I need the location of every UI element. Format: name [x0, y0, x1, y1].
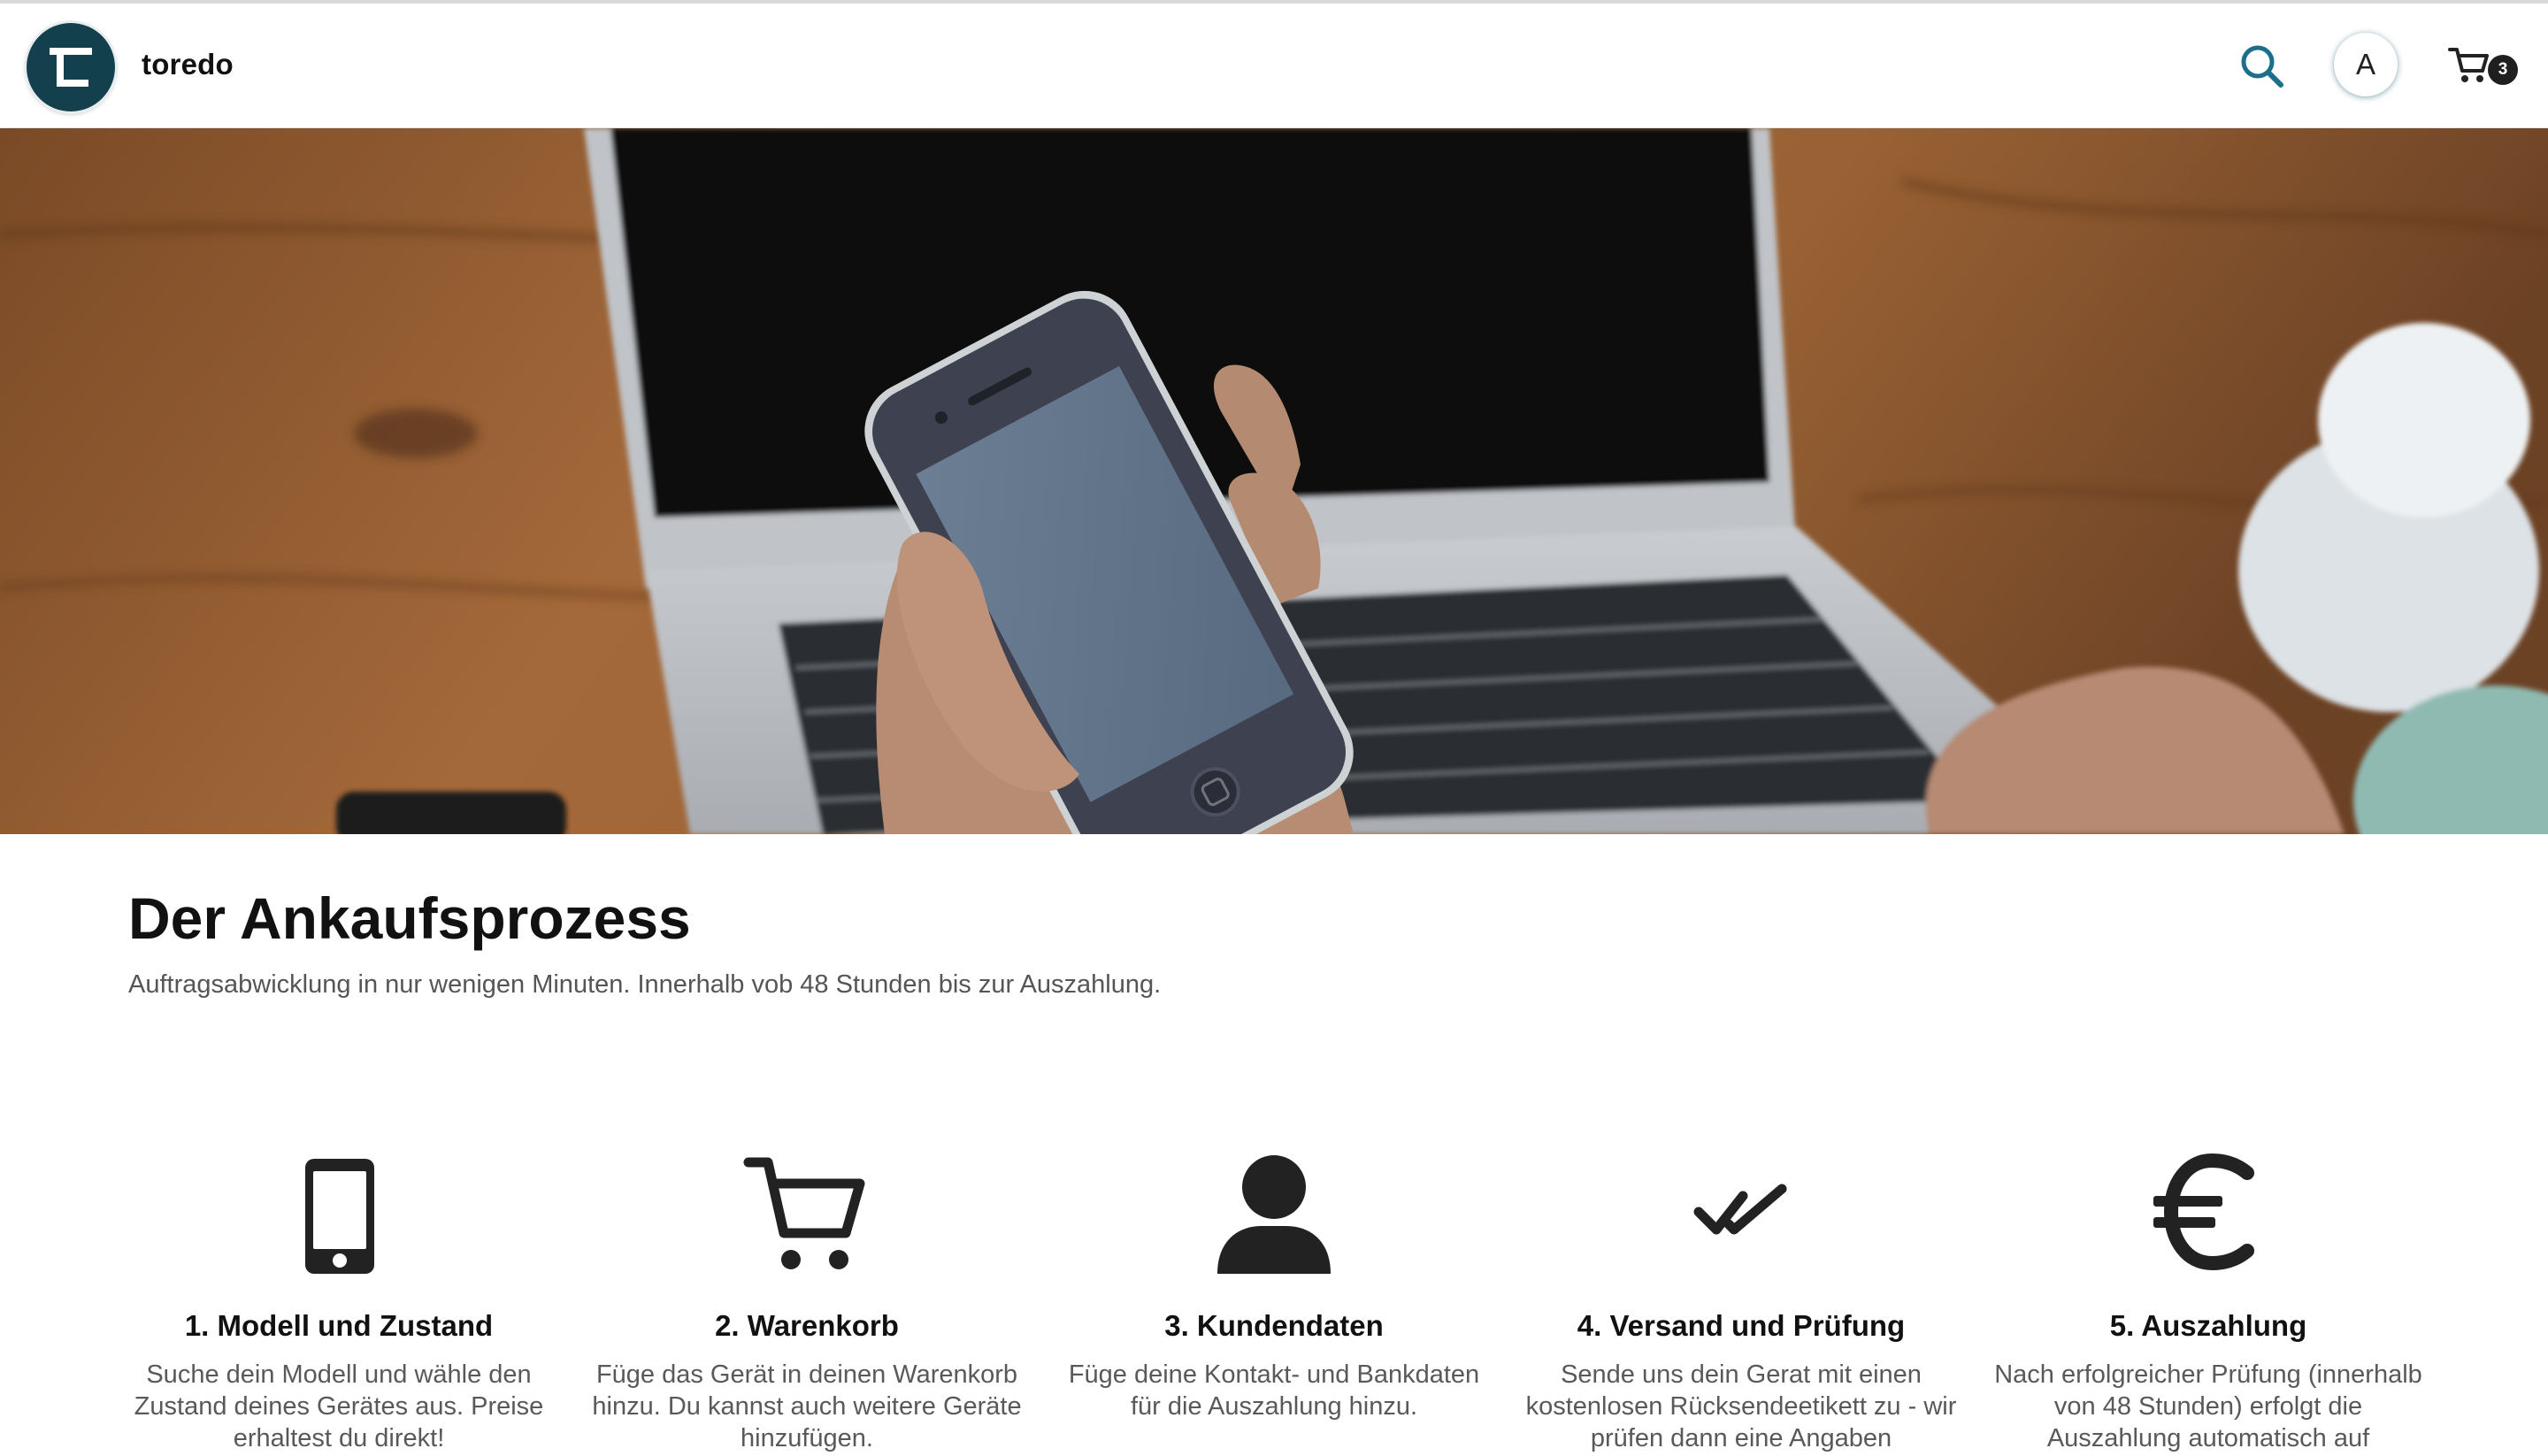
step-description: Füge deine Kontakt- und Bankdaten für di… [1068, 1360, 1480, 1421]
step-title: 4. Versand und Prüfung [1577, 1309, 1906, 1342]
cart-icon [743, 1157, 865, 1269]
step-title: 1. Modell und Zustand [184, 1309, 494, 1342]
step-title: 3. Kundendaten [1164, 1309, 1384, 1342]
step-title: 2. Warenkorb [715, 1309, 899, 1342]
account-avatar[interactable]: A [2334, 33, 2398, 96]
brand-name[interactable]: toredo [142, 48, 234, 81]
step-description: Suche dein Modell und wähle den Zustand … [134, 1360, 544, 1452]
cart-count-badge: 3 [2488, 55, 2518, 85]
section-title: Der Ankaufsprozess [128, 885, 691, 951]
step-cart: 2. Warenkorb Füge das Gerät in deinen Wa… [581, 1150, 1032, 1454]
user-icon [1217, 1155, 1331, 1274]
section-subtitle: Auftragsabwicklung in nur wenigen Minute… [128, 970, 1162, 999]
search-icon [2241, 45, 2283, 88]
process-steps: 1. Modell und Zustand Suche dein Modell … [0, 1150, 2548, 1456]
toredo-logo[interactable] [27, 23, 115, 111]
step-shipping: 4. Versand und Prüfung Sende uns dein Ge… [1516, 1150, 1967, 1454]
step-description: Sende uns dein Gerat mit einen kostenlos… [1525, 1360, 1957, 1452]
step-payout: 5. Auszahlung Nach erfolgreicher Prüfung… [1983, 1150, 2434, 1454]
cart-icon [2448, 48, 2489, 82]
step-customer-data: 3. Kundendaten Füge deine Kontakt- und B… [1048, 1150, 1500, 1422]
logo-mark [50, 48, 92, 87]
step-description: Füge das Gerät in deinen Warenkorb hinzu… [592, 1360, 1022, 1452]
search-button[interactable] [2238, 42, 2286, 90]
hero-image [0, 128, 2548, 834]
step-title: 5. Auszahlung [2109, 1309, 2307, 1342]
euro-icon [2153, 1153, 2254, 1271]
smartphone-icon [305, 1159, 374, 1274]
hero-photo [0, 128, 2548, 834]
double-check-icon [1693, 1184, 1787, 1235]
top-navbar: toredo A 3 [0, 0, 2548, 128]
step-description: Nach erfolgreicher Prüfung (innerhalb vo… [1994, 1360, 2422, 1452]
step-model: 1. Modell und Zustand Suche dein Modell … [113, 1150, 564, 1454]
